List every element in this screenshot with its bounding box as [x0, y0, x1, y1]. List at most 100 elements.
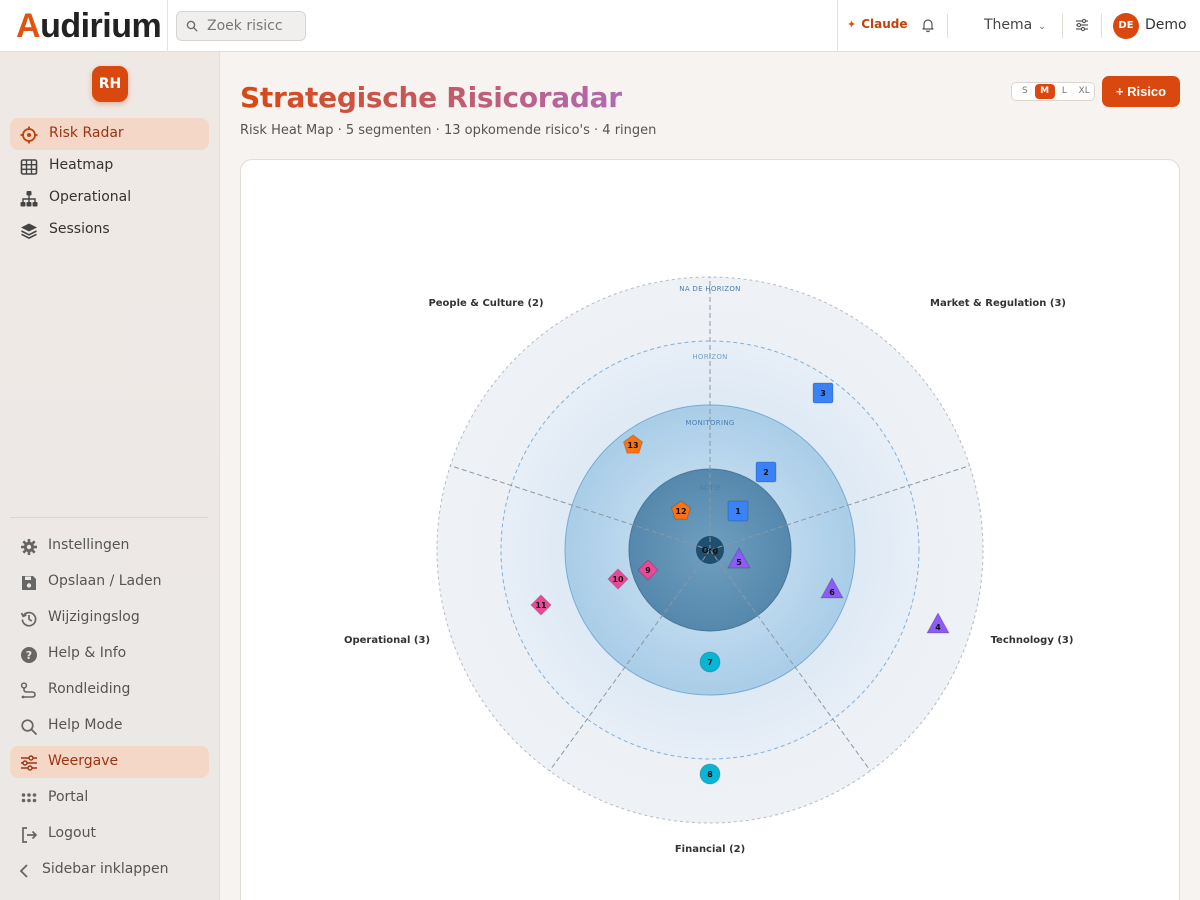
help-icon: ? [21, 647, 37, 663]
risk-marker-7[interactable]: 7 [699, 651, 721, 673]
bell-icon[interactable] [920, 17, 936, 33]
risk-marker-8[interactable]: 8 [699, 763, 721, 785]
risk-marker-label: 1 [735, 507, 741, 516]
history-icon [20, 611, 37, 627]
sidebar-item-help-mode[interactable]: Help Mode [10, 710, 209, 742]
risk-marker-label: 7 [707, 658, 713, 667]
sidebar-item-weergave[interactable]: Weergave [10, 746, 209, 778]
risk-marker-label: 4 [935, 623, 941, 632]
topbar-divider [1101, 14, 1102, 38]
sidebar-item-label: Rondleiding [48, 681, 131, 697]
page-subtitle: Risk Heat Map · 5 segmenten · 13 opkomen… [240, 123, 657, 138]
risk-marker-label: 6 [829, 588, 835, 597]
risk-marker-label: 11 [535, 601, 547, 610]
sidebar-item-label: Portal [48, 789, 89, 805]
workspace-avatar[interactable]: RH [92, 66, 128, 102]
sidebar-item-logout[interactable]: Logout [10, 818, 209, 850]
risk-marker-label: 10 [612, 575, 624, 584]
sliders-icon [21, 755, 37, 771]
sidebar-item-portal[interactable]: Portal [10, 782, 209, 814]
size-option-m[interactable]: M [1034, 84, 1055, 99]
ring-label-actie: ACTIE [699, 484, 721, 492]
user-avatar[interactable]: DE [1113, 13, 1139, 39]
logo-divider [167, 0, 168, 52]
risk-marker-label: 3 [820, 389, 826, 398]
sidebar-item-sessions[interactable]: Sessions [10, 214, 209, 246]
ring-label-na-de-horizon: NA DE HORIZON [679, 285, 740, 293]
topbar-divider [837, 0, 838, 52]
segment-label-market-regulation: Market & Regulation (3) [930, 298, 1066, 309]
route-icon [20, 682, 36, 699]
segment-label-operational: Operational (3) [344, 635, 430, 646]
sidebar-item-label: Opslaan / Laden [48, 573, 162, 589]
risk-marker-label: 9 [645, 566, 651, 575]
sidebar-item-instellingen[interactable]: Instellingen [10, 530, 209, 562]
layers-icon [21, 223, 37, 239]
chevron-down-icon: ⌄ [1038, 22, 1046, 32]
radar-center-label: Org [702, 546, 719, 555]
gear-icon [21, 539, 37, 555]
sparkle-icon: ✦ [847, 18, 857, 31]
sidebar-item-wijzigingslog[interactable]: Wijzigingslog [10, 602, 209, 634]
sidebar-item-label: Wijzigingslog [48, 609, 140, 625]
sidebar-item-risk-radar[interactable]: Risk Radar [10, 118, 209, 150]
sidebar-item-label: Weergave [48, 753, 119, 769]
top-bar: Audirium ✦Claude Thema⌄ DE Demo [0, 0, 1200, 52]
sidebar-item-label: Risk Radar [49, 125, 124, 141]
save-icon [22, 576, 36, 590]
sidebar-item-label: Sessions [49, 221, 110, 237]
hierarchy-icon [20, 191, 38, 207]
risk-marker-label: 8 [707, 770, 713, 779]
search-icon [21, 719, 37, 735]
crosshair-icon [20, 126, 38, 144]
claude-button[interactable]: ✦ Claude [847, 17, 908, 31]
grid-icon [20, 159, 38, 175]
add-risk-button[interactable]: + Risico [1102, 76, 1180, 107]
theme-dropdown[interactable]: Thema ⌄ [984, 17, 1046, 33]
chevron-left-icon [19, 864, 28, 878]
sidebar-collapse-button[interactable]: Sidebar inklappen [10, 854, 209, 886]
sidebar: RH Risk Radar Heatmap Operational Sessio… [0, 52, 220, 900]
risk-marker-label: 5 [736, 558, 742, 567]
risk-marker-label: 13 [627, 441, 638, 450]
topbar-divider [947, 14, 948, 38]
ring-label-horizon: HORIZON [692, 353, 727, 361]
sidebar-item-operational[interactable]: Operational [10, 182, 209, 214]
size-option-s[interactable]: S [1015, 84, 1035, 99]
search-input[interactable] [207, 15, 301, 37]
size-switch: S M L XL [1011, 82, 1095, 101]
sidebar-item-label: Logout [48, 825, 96, 841]
risk-marker-1[interactable]: 1 [727, 500, 749, 522]
svg-text:?: ? [26, 649, 32, 662]
topbar-divider [1062, 14, 1063, 38]
segment-label-technology: Technology (3) [991, 635, 1074, 646]
sidebar-item-label: Operational [49, 189, 132, 205]
sidebar-item-label: Instellingen [48, 537, 130, 553]
dots-grid-icon [21, 793, 37, 803]
risk-marker-label: 2 [763, 468, 769, 477]
sidebar-divider [10, 517, 208, 518]
risk-marker-3[interactable]: 3 [812, 382, 834, 404]
logout-icon [22, 827, 38, 843]
sidebar-item-help-info[interactable]: ? Help & Info [10, 638, 209, 670]
sidebar-item-label: Help Mode [48, 717, 123, 733]
sidebar-item-label: Heatmap [49, 157, 114, 173]
size-option-l[interactable]: L [1055, 84, 1075, 99]
sidebar-item-label: Sidebar inklappen [42, 861, 169, 877]
sidebar-item-opslaan-laden[interactable]: Opslaan / Laden [10, 566, 209, 598]
risk-marker-2[interactable]: 2 [755, 461, 777, 483]
app-logo[interactable]: Audirium [16, 6, 162, 46]
user-name[interactable]: Demo [1145, 17, 1187, 33]
ring-label-monitoring: MONITORING [685, 419, 734, 427]
sidebar-item-label: Help & Info [48, 645, 127, 661]
risk-marker-label: 12 [675, 507, 686, 516]
sliders-icon[interactable] [1075, 18, 1089, 32]
sidebar-item-rondleiding[interactable]: Rondleiding [10, 674, 209, 706]
search-box[interactable] [176, 11, 306, 41]
search-icon [186, 20, 198, 32]
page-title: Strategische Risicoradar [240, 79, 622, 117]
size-option-xl[interactable]: XL [1074, 84, 1094, 99]
sidebar-item-heatmap[interactable]: Heatmap [10, 150, 209, 182]
segment-label-people-culture: People & Culture (2) [428, 298, 543, 309]
segment-label-financial: Financial (2) [675, 844, 745, 855]
